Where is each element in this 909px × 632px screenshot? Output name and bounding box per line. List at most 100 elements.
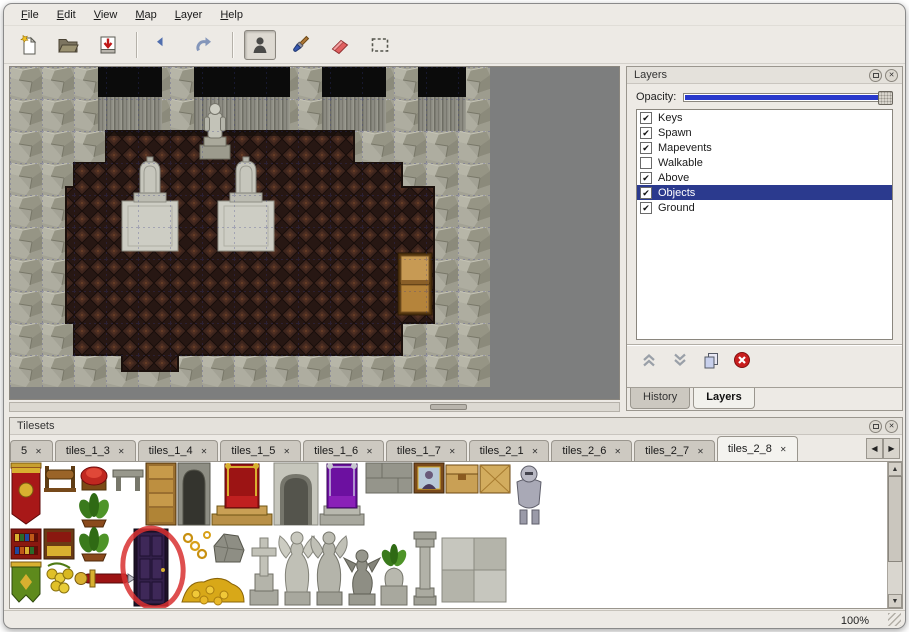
chevrons-up-icon <box>640 351 658 369</box>
chevrons-down-icon <box>671 351 689 369</box>
panel-close-button[interactable]: ✕ <box>885 69 898 82</box>
opacity-slider-handle[interactable] <box>878 91 893 105</box>
tileset-tab-label: tiles_2_6 <box>562 445 606 457</box>
layer-visible-checkbox[interactable]: ✔ <box>640 172 652 184</box>
opacity-label: Opacity: <box>636 91 676 103</box>
panel-close-button[interactable]: ✕ <box>885 420 898 433</box>
layer-visible-checkbox[interactable]: ✔ <box>640 142 652 154</box>
tab-close-icon[interactable]: ✕ <box>35 447 42 456</box>
tileset-image <box>10 462 544 608</box>
tab-close-icon[interactable]: ✕ <box>118 447 125 456</box>
tileset-tab-tiles_2_6[interactable]: tiles_2_6 ✕ <box>551 440 632 461</box>
selection-tool-button[interactable] <box>364 30 396 60</box>
tile-arch-doorway <box>178 463 210 525</box>
open-button[interactable] <box>52 30 84 60</box>
duplicate-layer-button[interactable] <box>701 350 721 370</box>
tileset-tab-label: tiles_1_4 <box>149 445 193 457</box>
tileset-tab-tiles_2_7[interactable]: tiles_2_7✕ <box>634 440 715 461</box>
opacity-slider-fill <box>685 95 879 100</box>
tab-close-icon[interactable]: ✕ <box>366 447 373 456</box>
tab-scroll-left-button[interactable]: ◀ <box>866 438 883 459</box>
tileset-tab-tiles_1_5[interactable]: tiles_1_5✕ <box>220 440 301 461</box>
marquee-icon <box>368 33 392 57</box>
tileset-tab-tiles_2_8[interactable]: tiles_2_8✕ <box>717 436 798 462</box>
layer-name: Above <box>658 172 689 184</box>
panel-undock-button[interactable] <box>869 420 882 433</box>
object-tool-button[interactable] <box>244 30 276 60</box>
tileset-tab-tiles_1_3[interactable]: tiles_1_3 ✕ <box>55 440 136 461</box>
tab-close-icon[interactable]: ✕ <box>697 447 704 456</box>
map-horizontal-scrollbar[interactable] <box>9 402 620 412</box>
tileset-tab-tiles_1_7[interactable]: tiles_1_7✕ <box>386 440 467 461</box>
map-canvas[interactable] <box>9 66 620 400</box>
layers-panel-title: Layers <box>634 69 866 81</box>
lower-layer-button[interactable] <box>670 350 690 370</box>
redo-button[interactable] <box>188 30 220 60</box>
layer-row-objects[interactable]: ✔ Objects <box>637 185 892 200</box>
scroll-down-button[interactable]: ▼ <box>888 594 902 608</box>
new-file-icon <box>16 33 40 57</box>
layer-visible-checkbox[interactable]: ✔ <box>640 112 652 124</box>
resize-grip[interactable] <box>888 613 901 626</box>
tilesets-panel: Tilesets ✕ 5✕tiles_1_3✕tiles_1_4✕tiles_1… <box>9 417 903 609</box>
tab-close-icon[interactable]: ✕ <box>449 447 456 456</box>
tile-floor-tiles <box>442 538 506 602</box>
tileset-content[interactable]: ▲ ▼ <box>10 462 902 608</box>
layer-row-walkable[interactable]: Walkable <box>637 155 892 170</box>
tileset-vertical-scrollbar[interactable]: ▲ ▼ <box>887 462 902 608</box>
undo-button[interactable] <box>148 30 180 60</box>
scrollbar-thumb[interactable] <box>888 476 902 562</box>
menu-layer[interactable]: Layer <box>166 6 212 24</box>
tile-chest <box>446 465 478 493</box>
tileset-tab-tiles_1_6[interactable]: tiles_1_6✕ <box>303 440 384 461</box>
tab-close-icon[interactable]: ✕ <box>614 447 621 456</box>
layer-row-keys[interactable]: ✔ Keys <box>637 110 892 125</box>
panel-tab-history[interactable]: History <box>630 388 690 409</box>
layer-row-ground[interactable]: ✔Ground <box>637 200 892 215</box>
new-map-button[interactable] <box>12 30 44 60</box>
tab-close-icon[interactable]: ✕ <box>780 445 787 454</box>
opacity-slider[interactable] <box>683 93 893 102</box>
layer-visible-checkbox[interactable]: ✔ <box>640 127 652 139</box>
panel-tab-layers[interactable]: Layers <box>693 388 754 409</box>
layers-panel-tabs: HistoryLayers <box>627 387 902 410</box>
delete-layer-button[interactable] <box>732 350 752 370</box>
raise-layer-button[interactable] <box>639 350 659 370</box>
layer-visible-checkbox[interactable]: ✔ <box>640 187 652 199</box>
tile-bookshelf <box>11 529 41 559</box>
tab-close-icon[interactable]: ✕ <box>283 447 290 456</box>
tileset-tab-tiles_2_1[interactable]: tiles_2_1✕ <box>469 440 550 461</box>
layer-row-spawn[interactable]: ✔Spawn <box>637 125 892 140</box>
menu-view[interactable]: View <box>85 6 127 24</box>
layer-row-above[interactable]: ✔ Above <box>637 170 892 185</box>
tile-marble-arch <box>274 463 318 525</box>
menu-map[interactable]: Map <box>126 6 165 24</box>
scrollbar-thumb[interactable] <box>430 404 467 410</box>
brush-tool-button[interactable] <box>284 30 316 60</box>
tileset-tab-label: tiles_1_3 <box>66 445 110 457</box>
left-arrow-icon: ◀ <box>871 444 877 453</box>
layer-name: Keys <box>658 112 682 124</box>
eraser-tool-button[interactable] <box>324 30 356 60</box>
layer-row-mapevents[interactable]: ✔Mapevents <box>637 140 892 155</box>
save-button[interactable] <box>92 30 124 60</box>
menu-help[interactable]: Help <box>211 6 252 24</box>
tab-close-icon[interactable]: ✕ <box>201 447 208 456</box>
layer-name: Objects <box>658 187 695 199</box>
tilesets-panel-title: Tilesets <box>17 420 866 432</box>
menu-file[interactable]: File <box>12 6 48 24</box>
layers-panel-titlebar: Layers ✕ <box>627 67 902 84</box>
scroll-up-button[interactable]: ▲ <box>888 462 902 476</box>
tile-purple-throne <box>320 463 364 525</box>
tileset-tab-tiles_1_4[interactable]: tiles_1_4 ✕ <box>138 440 219 461</box>
panel-undock-button[interactable] <box>869 69 882 82</box>
layer-visible-checkbox[interactable]: ✔ <box>640 202 652 214</box>
layer-visible-checkbox[interactable] <box>640 157 652 169</box>
tileset-tabs: 5✕tiles_1_3✕tiles_1_4✕tiles_1_5✕tiles_1_… <box>10 436 800 461</box>
tab-close-icon[interactable]: ✕ <box>532 447 539 456</box>
tileset-tab-5[interactable]: 5✕ <box>10 440 53 461</box>
tile-stone-blocks <box>366 463 412 493</box>
person-icon <box>248 33 272 57</box>
menu-edit[interactable]: Edit <box>48 6 85 24</box>
tab-scroll-right-button[interactable]: ▶ <box>883 438 900 459</box>
